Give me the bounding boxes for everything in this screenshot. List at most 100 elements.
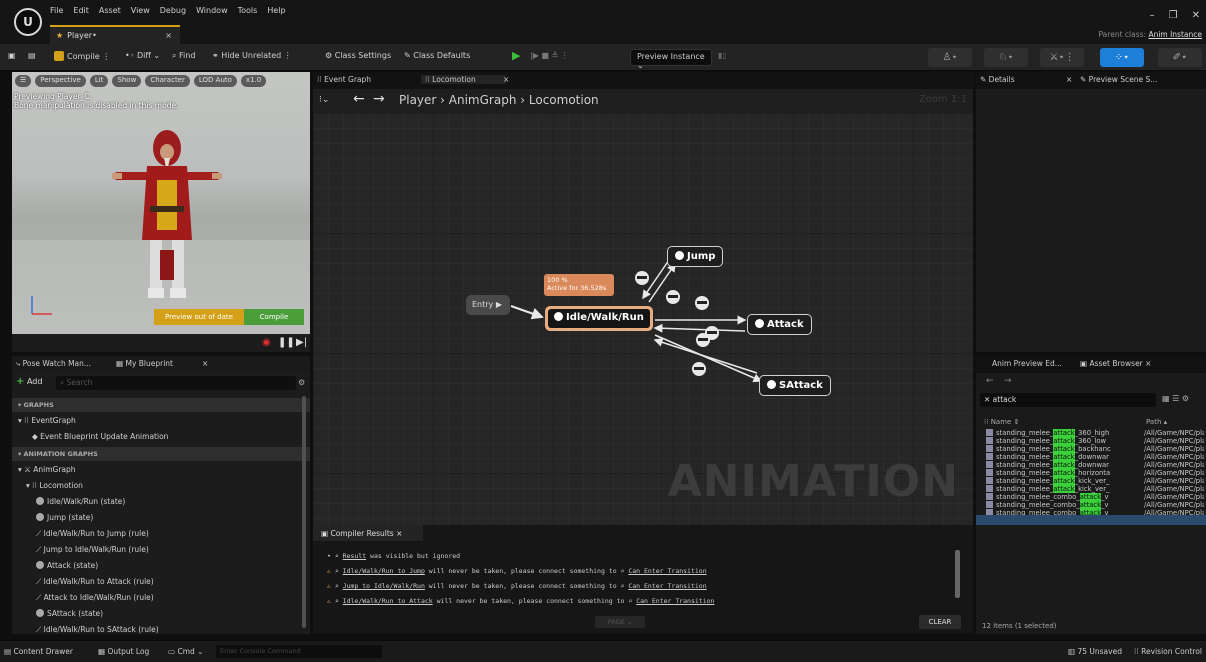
mesh-mode-button[interactable]: ♘⋆ bbox=[984, 48, 1028, 67]
viewport-compile-button[interactable]: Compile bbox=[244, 309, 304, 325]
menu-asset[interactable]: Asset bbox=[99, 6, 121, 15]
lit-button[interactable]: Lit bbox=[89, 75, 109, 87]
state-node-idle-walk-run[interactable]: Idle/Walk/Run bbox=[545, 306, 653, 331]
my-blueprint-scrollbar[interactable] bbox=[302, 396, 306, 628]
output-log-button[interactable]: ▦ Output Log bbox=[98, 647, 149, 656]
col-path[interactable]: Path ▴ bbox=[1146, 418, 1167, 426]
breadcrumb-animgraph[interactable]: AnimGraph bbox=[449, 93, 517, 107]
tree-item-rule[interactable]: ⟋ Idle/Walk/Run to Attack (rule) bbox=[36, 577, 154, 587]
tab-pose-watch[interactable]: ⤷ Pose Watch Man... bbox=[16, 359, 91, 369]
log-link[interactable]: Can Enter Transition bbox=[636, 597, 714, 605]
log-link[interactable]: Can Enter Transition bbox=[628, 582, 706, 590]
tree-item-event-update[interactable]: ◆ Event Blueprint Update Animation bbox=[32, 432, 168, 441]
state-node-attack[interactable]: Attack bbox=[747, 314, 812, 335]
class-settings-button[interactable]: ⚙ Class Settings bbox=[325, 51, 391, 60]
log-link[interactable]: Idle/Walk/Run to Jump bbox=[343, 567, 425, 575]
skeleton-mode-button[interactable]: ♙⋆ bbox=[928, 48, 972, 67]
revision-control-button[interactable]: ⁝⁝ Revision Control bbox=[1134, 647, 1202, 656]
console-input[interactable]: Enter Console Command bbox=[216, 645, 382, 658]
log-link[interactable]: Idle/Walk/Run to Attack bbox=[343, 597, 433, 605]
physics-mode-button[interactable]: ✐⋆ bbox=[1158, 48, 1202, 67]
close-details-icon[interactable]: × bbox=[1066, 75, 1072, 84]
menu-window[interactable]: Window bbox=[196, 6, 228, 15]
tree-item-jump-state[interactable]: Jump (state) bbox=[36, 513, 93, 522]
menu-debug[interactable]: Debug bbox=[160, 6, 186, 15]
breadcrumb-player[interactable]: Player bbox=[399, 93, 436, 107]
tree-item-rule[interactable]: ⟋ Idle/Walk/Run to SAttack (rule) bbox=[36, 625, 159, 634]
close-tab-icon[interactable]: × bbox=[165, 31, 172, 40]
asset-row[interactable]: standing_melee_attack_360_high/All/Game/… bbox=[986, 429, 1204, 437]
document-tab-player[interactable]: ★ Player• × bbox=[50, 25, 180, 44]
menu-tools[interactable]: Tools bbox=[238, 6, 258, 15]
section-animation-graphs[interactable]: ▾ ANIMATION GRAPHS bbox=[12, 447, 310, 461]
viewport-menu-button[interactable]: ☰ bbox=[15, 75, 32, 87]
col-name[interactable]: Name bbox=[991, 418, 1012, 426]
close-window-icon[interactable]: ✕ bbox=[1192, 10, 1200, 21]
tree-item-locomotion[interactable]: ▾ ⁝⁝ Locomotion bbox=[26, 481, 83, 490]
record-icon[interactable]: ◉ bbox=[262, 337, 271, 348]
preview-instance-select[interactable]: Preview Instance ⌄ bbox=[630, 49, 712, 70]
clear-button[interactable]: CLEAR bbox=[919, 615, 961, 629]
unsaved-button[interactable]: ▥ 75 Unsaved bbox=[1068, 647, 1122, 656]
close-my-blueprint-icon[interactable]: × bbox=[202, 359, 208, 368]
asset-row[interactable]: standing_melee_attack_downwar/All/Game/N… bbox=[986, 453, 1204, 461]
asset-row[interactable]: standing_melee_combo_attack_v/All/Game/N… bbox=[986, 501, 1204, 509]
tab-asset-browser[interactable]: ▣ Asset Browser × bbox=[1080, 359, 1151, 368]
tab-locomotion[interactable]: ⁝⁝ Locomotion bbox=[421, 75, 506, 84]
asset-row[interactable]: standing_melee_attack_backhanc/All/Game/… bbox=[986, 445, 1204, 453]
show-button[interactable]: Show bbox=[112, 75, 142, 87]
section-graphs[interactable]: ▾ GRAPHS bbox=[12, 398, 310, 412]
tab-compiler-results[interactable]: ▣ Compiler Results × bbox=[313, 525, 423, 541]
menu-file[interactable]: File bbox=[50, 6, 63, 15]
my-blueprint-search[interactable]: ⌕ Search bbox=[56, 376, 296, 390]
browse-icon[interactable]: ▤ bbox=[28, 51, 36, 60]
tab-event-graph[interactable]: ⁝⁝ Event Graph bbox=[317, 75, 371, 84]
menu-help[interactable]: Help bbox=[267, 6, 285, 15]
tree-item-idle-state[interactable]: Idle/Walk/Run (state) bbox=[36, 497, 125, 506]
page-button[interactable]: PAGE ⌄ bbox=[595, 616, 645, 628]
log-link[interactable]: Result bbox=[343, 552, 366, 560]
menu-edit[interactable]: Edit bbox=[73, 6, 89, 15]
compiler-scrollbar[interactable] bbox=[955, 550, 960, 598]
blueprint-mode-button[interactable]: ⁘⋆ bbox=[1100, 48, 1144, 67]
animation-mode-button[interactable]: ⚔⋆⋮ bbox=[1040, 48, 1084, 67]
nav-back-icon[interactable]: ← bbox=[986, 376, 994, 386]
tree-item-attack-state[interactable]: Attack (state) bbox=[36, 561, 98, 570]
filter-icons[interactable]: ▦ ☰ ⚙ bbox=[1162, 394, 1189, 403]
maximize-icon[interactable]: ❐ bbox=[1169, 10, 1178, 21]
graph-options-icon[interactable]: ⁝⌄ bbox=[319, 95, 329, 105]
state-node-jump[interactable]: Jump bbox=[667, 246, 724, 267]
preview-out-of-date-button[interactable]: Preview out of date bbox=[154, 309, 244, 325]
asset-row[interactable]: standing_melee_attack_kick_ver_ /All/Game… bbox=[986, 477, 1204, 485]
play-icon[interactable]: ▶ bbox=[512, 49, 520, 62]
minimize-icon[interactable]: – bbox=[1150, 10, 1155, 21]
tab-details[interactable]: ✎ Details bbox=[980, 75, 1015, 84]
forward-arrow-icon[interactable]: → bbox=[373, 91, 385, 107]
tree-item-rule[interactable]: ⟋ Idle/Walk/Run to Jump (rule) bbox=[36, 529, 149, 539]
character-button[interactable]: Character bbox=[145, 75, 190, 87]
asset-search-input[interactable]: ✕ attack bbox=[980, 393, 1156, 407]
preview-viewport[interactable]: ☰ Perspective Lit Show Character LOD Aut… bbox=[12, 72, 310, 334]
state-node-sattack[interactable]: SAttack bbox=[759, 375, 831, 396]
play-speed-button[interactable]: x1.0 bbox=[240, 75, 267, 87]
content-drawer-button[interactable]: ▤ Content Drawer bbox=[4, 647, 73, 656]
step-forward-icon[interactable]: ▶| bbox=[296, 337, 307, 348]
class-defaults-button[interactable]: ✎ Class Defaults bbox=[404, 51, 470, 60]
step-icon[interactable]: |▶ ■ ≜ ⋮ bbox=[530, 51, 569, 60]
tree-item-sattack-state[interactable]: SAttack (state) bbox=[36, 609, 103, 618]
pause-icon[interactable]: ❚❚ bbox=[278, 337, 295, 348]
tree-item-eventgraph[interactable]: ▾ ⁝⁝ EventGraph bbox=[18, 416, 76, 425]
breadcrumb-locomotion[interactable]: Locomotion bbox=[529, 93, 599, 107]
tab-anim-preview[interactable]: Anim Preview Ed... bbox=[992, 359, 1062, 368]
entry-node[interactable]: Entry ▶ bbox=[466, 295, 510, 315]
tree-item-rule[interactable]: ⟋ Attack to Idle/Walk/Run (rule) bbox=[36, 593, 154, 603]
find-button[interactable]: ⌕ Find bbox=[172, 51, 195, 61]
back-arrow-icon[interactable]: ← bbox=[353, 91, 365, 107]
save-icon[interactable]: ▣ bbox=[8, 51, 16, 60]
tree-item-rule[interactable]: ⟋ Jump to Idle/Walk/Run (rule) bbox=[36, 545, 149, 555]
debug-filter-icon[interactable]: ▮▯ bbox=[718, 51, 727, 60]
log-link[interactable]: Can Enter Transition bbox=[628, 567, 706, 575]
log-link[interactable]: Jump to Idle/Walk/Run bbox=[343, 582, 425, 590]
asset-row[interactable]: standing_melee_attack_horizonta/All/Game… bbox=[986, 469, 1204, 477]
parent-class-link[interactable]: Anim Instance bbox=[1148, 30, 1202, 39]
